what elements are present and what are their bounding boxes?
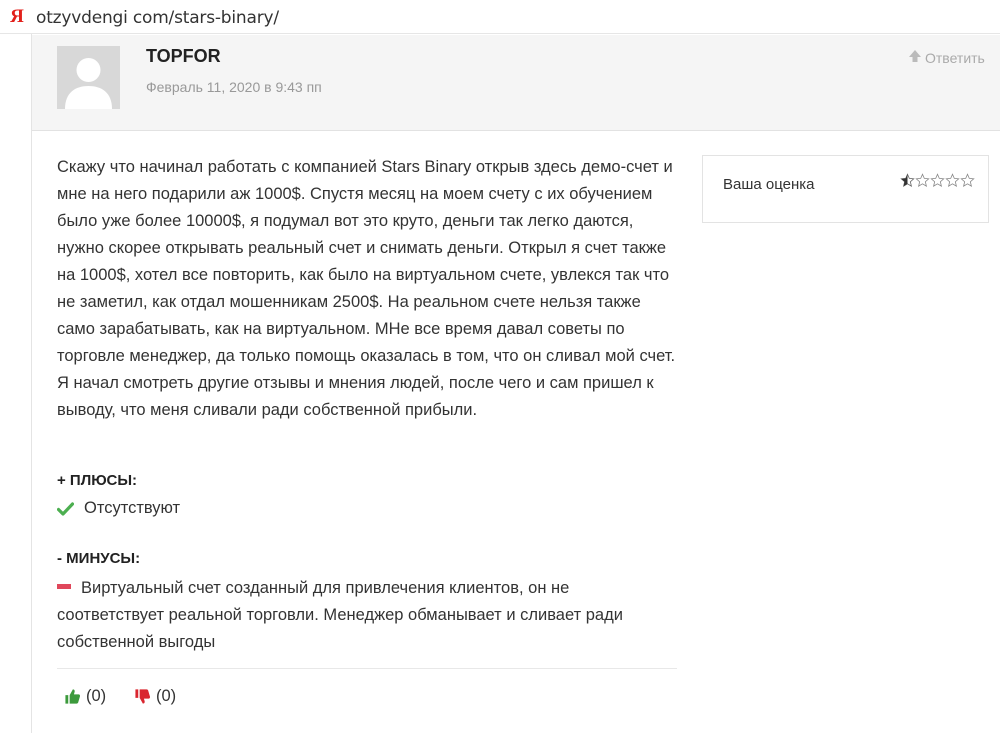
pros-text: Отсутствуют xyxy=(84,499,181,517)
star-empty-icon[interactable] xyxy=(960,173,975,193)
yandex-logo-icon: Я xyxy=(10,6,24,27)
pros-title: + ПЛЮСЫ: xyxy=(57,472,138,489)
like-button[interactable]: (0) xyxy=(64,687,106,706)
thread-line xyxy=(31,34,32,733)
rating-widget: Ваша оценка xyxy=(702,155,989,223)
thumbs-up-icon xyxy=(64,688,81,705)
cons-text: Виртуальный счет созданный для привлечен… xyxy=(57,579,623,651)
dislike-count: (0) xyxy=(156,687,177,705)
star-empty-icon[interactable] xyxy=(945,173,960,193)
rating-label: Ваша оценка xyxy=(723,176,815,193)
comment-body: Скажу что начинал работать с компанией S… xyxy=(57,158,676,419)
star-empty-icon[interactable] xyxy=(930,173,945,193)
rating-stars[interactable] xyxy=(900,173,975,193)
pros-item: Отсутствуют xyxy=(57,499,180,518)
default-avatar-icon xyxy=(57,46,120,109)
cons-item: Виртуальный счет созданный для привлечен… xyxy=(57,575,677,656)
browser-address-bar[interactable]: Я otzyvdengi com/stars-binary/ xyxy=(0,0,1000,34)
reply-label: Ответить xyxy=(925,49,985,66)
divider xyxy=(57,668,677,669)
star-half-icon[interactable] xyxy=(900,173,915,193)
like-count: (0) xyxy=(86,687,107,705)
dislike-button[interactable]: (0) xyxy=(134,687,176,706)
reply-button[interactable]: Ответить xyxy=(908,49,985,66)
cons-title: - МИНУСЫ: xyxy=(57,550,141,567)
star-empty-icon[interactable] xyxy=(915,173,930,193)
thumbs-down-icon xyxy=(134,688,151,705)
comment-author[interactable]: TOPFOR xyxy=(146,46,221,67)
comment-date: Февраль 11, 2020 в 9:43 пп xyxy=(146,79,322,95)
arrow-up-icon xyxy=(908,49,922,66)
url-text[interactable]: otzyvdengi com/stars-binary/ xyxy=(36,8,279,28)
checkmark-icon xyxy=(57,501,74,516)
minus-icon xyxy=(57,584,71,590)
